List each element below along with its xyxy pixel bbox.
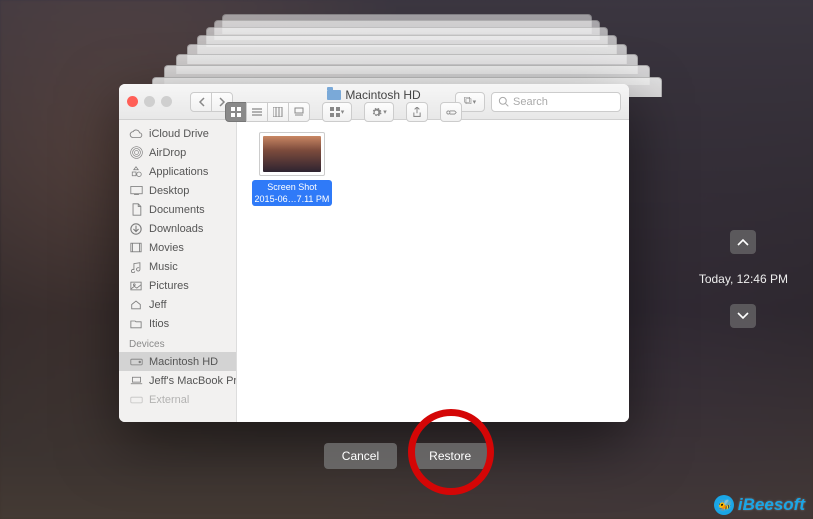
view-coverflow-button[interactable] — [288, 102, 310, 122]
file-thumbnail — [259, 132, 325, 176]
sidebar-item-label: iCloud Drive — [149, 128, 209, 140]
zoom-icon[interactable] — [161, 96, 172, 107]
apps-icon — [129, 165, 143, 179]
arrange-button[interactable]: ▾ — [322, 102, 352, 122]
timeline-label: Today, 12:46 PM — [699, 272, 788, 286]
watermark: 🐝 iBeesoft — [714, 495, 805, 515]
sidebar-devices-header: Devices — [119, 333, 236, 352]
view-icon-button[interactable] — [225, 102, 247, 122]
sidebar-item-itios[interactable]: Itios — [119, 314, 236, 333]
sidebar-item-label: External — [149, 394, 189, 406]
search-input[interactable]: Search — [491, 92, 621, 112]
sidebar: iCloud Drive AirDrop Applications Deskto… — [119, 120, 237, 422]
tags-button[interactable] — [440, 102, 462, 122]
sidebar-item-downloads[interactable]: Downloads — [119, 219, 236, 238]
laptop-icon — [129, 374, 143, 388]
action-bar: Cancel Restore — [0, 443, 813, 469]
view-switcher — [225, 102, 310, 122]
sidebar-item-label: Documents — [149, 204, 205, 216]
desktop-icon — [129, 184, 143, 198]
timeline-controls: Today, 12:46 PM — [699, 230, 788, 328]
back-button[interactable] — [190, 92, 212, 112]
file-name: Screen Shot 2015-06…7.11 PM — [252, 180, 333, 206]
share-button[interactable] — [406, 102, 428, 122]
minimize-icon[interactable] — [144, 96, 155, 107]
sidebar-item-label: Downloads — [149, 223, 203, 235]
music-icon — [129, 260, 143, 274]
airdrop-icon — [129, 146, 143, 160]
sidebar-item-label: Desktop — [149, 185, 189, 197]
timeline-down-button[interactable] — [730, 304, 756, 328]
titlebar: Macintosh HD ▾ — [119, 84, 629, 120]
sidebar-item-icloud[interactable]: iCloud Drive — [119, 124, 236, 143]
sidebar-item-applications[interactable]: Applications — [119, 162, 236, 181]
sidebar-item-macintosh-hd[interactable]: Macintosh HD — [119, 352, 236, 371]
sidebar-item-macbook[interactable]: Jeff's MacBook Pr… — [119, 371, 236, 390]
sidebar-item-label: Macintosh HD — [149, 356, 218, 368]
chevron-down-icon — [737, 312, 749, 320]
sidebar-item-label: Pictures — [149, 280, 189, 292]
sidebar-item-documents[interactable]: Documents — [119, 200, 236, 219]
window-title-text: Macintosh HD — [345, 88, 420, 102]
traffic-lights — [127, 96, 172, 107]
timeline-up-button[interactable] — [730, 230, 756, 254]
tag-icon — [446, 108, 457, 117]
finder-window: Macintosh HD ▾ — [119, 84, 629, 422]
downloads-icon — [129, 222, 143, 236]
dropbox-icon: ⧉ — [464, 95, 472, 108]
folder-icon — [327, 90, 341, 100]
sidebar-item-music[interactable]: Music — [119, 257, 236, 276]
sidebar-item-label: Itios — [149, 318, 169, 330]
sidebar-item-label: Jeff's MacBook Pr… — [149, 375, 236, 387]
folder-icon — [129, 317, 143, 331]
movies-icon — [129, 241, 143, 255]
sidebar-item-external[interactable]: External — [119, 390, 236, 409]
sidebar-item-label: Applications — [149, 166, 208, 178]
documents-icon — [129, 203, 143, 217]
chevron-up-icon — [737, 238, 749, 246]
sidebar-item-jeff[interactable]: Jeff — [119, 295, 236, 314]
view-list-button[interactable] — [246, 102, 268, 122]
file-item[interactable]: Screen Shot 2015-06…7.11 PM — [249, 132, 335, 206]
sidebar-item-desktop[interactable]: Desktop — [119, 181, 236, 200]
share-icon — [412, 107, 422, 118]
arrange-icon — [330, 107, 340, 117]
pictures-icon — [129, 279, 143, 293]
view-column-button[interactable] — [267, 102, 289, 122]
cloud-icon — [129, 127, 143, 141]
sidebar-item-label: Jeff — [149, 299, 167, 311]
sidebar-item-label: AirDrop — [149, 147, 186, 159]
disk-icon — [129, 393, 143, 407]
gear-icon — [371, 107, 382, 118]
sidebar-item-airdrop[interactable]: AirDrop — [119, 143, 236, 162]
restore-button[interactable]: Restore — [411, 443, 489, 469]
cancel-button[interactable]: Cancel — [324, 443, 397, 469]
bee-icon: 🐝 — [714, 495, 734, 515]
sidebar-item-movies[interactable]: Movies — [119, 238, 236, 257]
search-placeholder: Search — [513, 96, 548, 108]
sidebar-item-pictures[interactable]: Pictures — [119, 276, 236, 295]
action-button[interactable]: ▾ — [364, 102, 394, 122]
home-icon — [129, 298, 143, 312]
close-icon[interactable] — [127, 96, 138, 107]
search-icon — [498, 96, 509, 107]
disk-icon — [129, 355, 143, 369]
sidebar-item-label: Music — [149, 261, 178, 273]
sidebar-item-label: Movies — [149, 242, 184, 254]
file-grid[interactable]: Screen Shot 2015-06…7.11 PM — [237, 120, 629, 422]
